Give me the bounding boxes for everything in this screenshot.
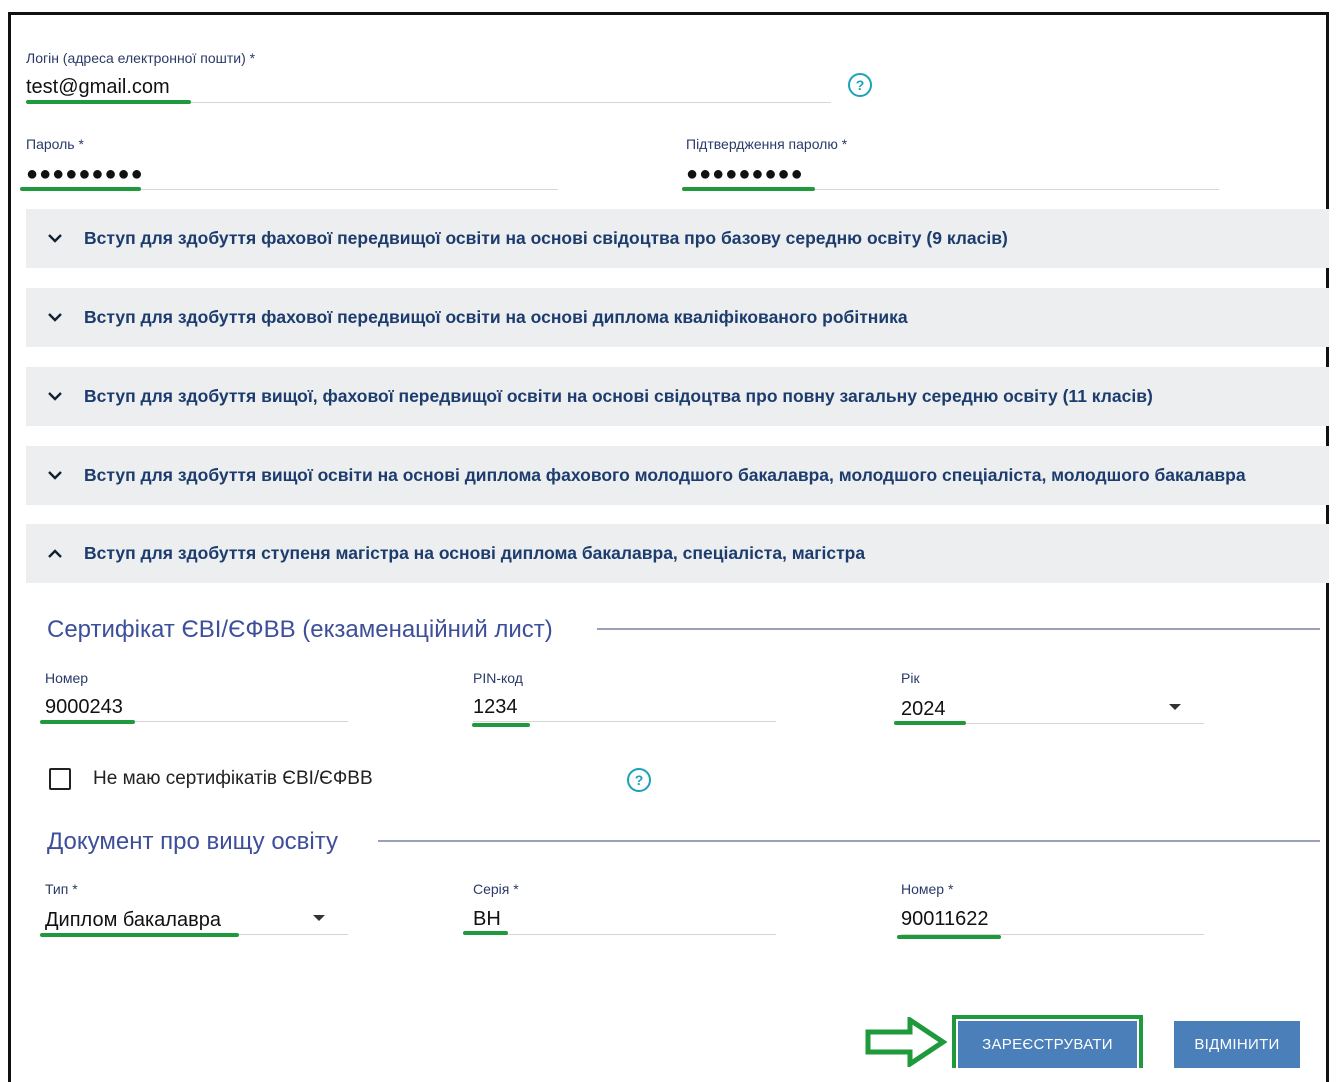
password-highlight bbox=[20, 187, 141, 191]
password-input[interactable]: ●●●●●●●●● bbox=[26, 163, 144, 186]
document-section-title: Документ про вищу освіту bbox=[47, 828, 339, 855]
doc-series-underline bbox=[473, 934, 776, 935]
cancel-button[interactable]: ВІДМІНИТИ bbox=[1174, 1021, 1300, 1068]
cert-number-highlight bbox=[40, 720, 135, 724]
cert-pin-input[interactable]: 1234 bbox=[473, 696, 518, 719]
password-confirm-input[interactable]: ●●●●●●●●● bbox=[686, 163, 804, 186]
cert-year-highlight bbox=[894, 721, 966, 725]
panel-qualified-worker[interactable]: Вступ для здобуття фахової передвищої ос… bbox=[26, 288, 1329, 347]
panel-junior-bachelor[interactable]: Вступ для здобуття вищої освіти на основ… bbox=[26, 446, 1329, 505]
panel-title: Вступ для здобуття ступеня магістра на о… bbox=[84, 543, 866, 563]
cert-pin-label: PIN-код bbox=[473, 670, 523, 686]
dropdown-arrow-icon[interactable] bbox=[1169, 704, 1181, 710]
doc-series-highlight bbox=[463, 931, 508, 935]
doc-number-input[interactable]: 90011622 bbox=[901, 908, 989, 931]
cert-pin-underline bbox=[473, 721, 776, 722]
password-confirm-label: Підтвердження паролю * bbox=[686, 136, 848, 152]
panel-master[interactable]: Вступ для здобуття ступеня магістра на о… bbox=[26, 524, 1329, 583]
dropdown-arrow-icon[interactable] bbox=[313, 915, 325, 921]
register-button[interactable]: ЗАРЕЄСТРУВАТИ bbox=[958, 1021, 1137, 1068]
panel-full-secondary[interactable]: Вступ для здобуття вищої, фахової передв… bbox=[26, 367, 1329, 426]
chevron-up-icon bbox=[26, 549, 84, 558]
cert-year-label: Рік bbox=[901, 670, 920, 686]
doc-series-input[interactable]: ВН bbox=[473, 908, 501, 931]
panel-title: Вступ для здобуття вищої, фахової передв… bbox=[84, 386, 1153, 406]
cert-number-input[interactable]: 9000243 bbox=[45, 696, 123, 719]
doc-type-highlight bbox=[40, 933, 239, 937]
cert-year-select[interactable]: 2024 bbox=[901, 698, 946, 721]
cert-number-label: Номер bbox=[45, 670, 89, 686]
login-highlight bbox=[26, 100, 191, 104]
certificate-section-divider bbox=[597, 628, 1320, 630]
doc-series-label: Серія * bbox=[473, 881, 519, 897]
no-cert-checkbox[interactable] bbox=[49, 768, 71, 790]
chevron-down-icon bbox=[26, 313, 84, 322]
document-section-divider bbox=[378, 840, 1320, 842]
doc-number-label: Номер * bbox=[901, 881, 954, 897]
question-circle-icon[interactable]: ? bbox=[848, 73, 872, 97]
arrow-right-icon bbox=[865, 1017, 947, 1067]
certificate-section-title: Сертифікат ЄВІ/ЄФВВ (екзаменаційний лист… bbox=[47, 616, 553, 643]
panel-title: Вступ для здобуття вищої освіти на основ… bbox=[84, 465, 1246, 485]
doc-type-select[interactable]: Диплом бакалавра bbox=[45, 909, 221, 932]
panel-basic-secondary[interactable]: Вступ для здобуття фахової передвищої ос… bbox=[26, 209, 1329, 268]
password-confirm-highlight bbox=[682, 187, 815, 191]
doc-type-label: Тип * bbox=[45, 881, 78, 897]
doc-number-highlight bbox=[897, 935, 1001, 939]
login-input[interactable]: test@gmail.com bbox=[26, 76, 170, 99]
cert-pin-highlight bbox=[472, 723, 530, 727]
panel-title: Вступ для здобуття фахової передвищої ос… bbox=[84, 228, 1008, 248]
password-label: Пароль * bbox=[26, 136, 84, 152]
chevron-down-icon bbox=[26, 471, 84, 480]
question-circle-icon[interactable]: ? bbox=[627, 768, 651, 792]
chevron-down-icon bbox=[26, 392, 84, 401]
chevron-down-icon bbox=[26, 234, 84, 243]
login-label: Логін (адреса електронної пошти) * bbox=[26, 50, 256, 66]
no-cert-label: Не маю сертифікатів ЄВІ/ЄФВВ bbox=[93, 768, 373, 789]
panel-title: Вступ для здобуття фахової передвищої ос… bbox=[84, 307, 908, 327]
